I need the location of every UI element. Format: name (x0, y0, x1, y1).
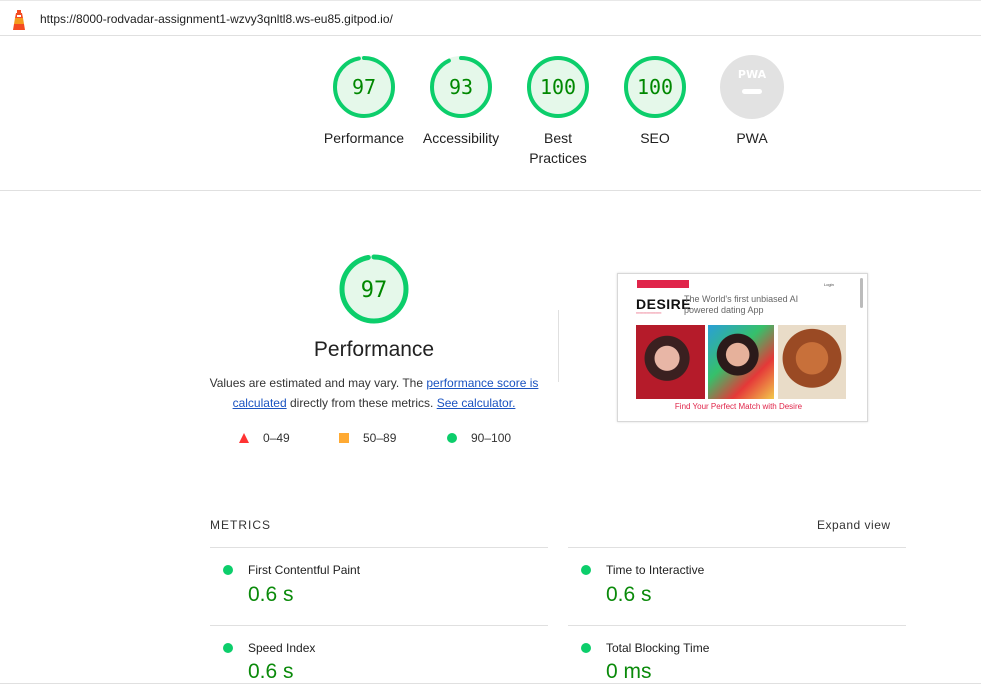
gauge-score: 97 (352, 75, 376, 99)
metric-name: First Contentful Paint (248, 563, 361, 577)
gauge-score: 93 (449, 75, 473, 99)
legend-range: 0–49 (263, 431, 290, 445)
gauge-score: 100 (540, 75, 576, 99)
screenshot-nav (637, 280, 689, 288)
expand-view-toggle[interactable]: Expand view (817, 518, 891, 532)
header-divider (0, 190, 981, 191)
screenshot-find-text: Find Your Perfect Match with Desire (674, 402, 803, 411)
gauge-ring: 100 (624, 56, 686, 118)
bottom-divider (0, 683, 981, 684)
legend-range: 90–100 (471, 431, 512, 445)
performance-score: 97 (361, 278, 388, 303)
pwa-badge-text: PWA (738, 68, 767, 81)
gauge-ring: 100 (527, 56, 589, 118)
performance-title: Performance (313, 338, 435, 361)
metric-name: Total Blocking Time (606, 641, 710, 655)
gauge-label: SEO (640, 130, 670, 146)
metric-value: 0.6 s (248, 660, 294, 683)
pwa-badge-icon: PWA (720, 55, 784, 119)
screenshot-photo (778, 325, 846, 399)
gauge-seo[interactable]: 100 SEO (605, 54, 705, 148)
gauge-ring: 93 (430, 56, 492, 118)
gauge-label: Best Practices (529, 130, 587, 166)
description-text: Values are estimated and may vary. The (209, 376, 427, 390)
legend-range: 50–89 (363, 431, 397, 445)
final-screenshot[interactable]: Login DESIRE ━━━━━━━━━━━━━━ The World's … (617, 273, 868, 422)
report-header: https://8000-rodvadar-assignment1-wzvy3q… (0, 0, 981, 36)
metric-value: 0 ms (606, 660, 652, 683)
gauge-label: Accessibility (422, 130, 500, 146)
gauge-accessibility[interactable]: 93 Accessibility (411, 54, 511, 148)
performance-description: Values are estimated and may vary. The p… (200, 373, 548, 413)
metric-divider (568, 625, 906, 626)
gauge-performance[interactable]: 97 Performance (314, 54, 414, 148)
performance-gauge: 97 (339, 254, 409, 324)
screenshot-brand: DESIRE (636, 296, 692, 312)
metric-name: Time to Interactive (606, 563, 705, 577)
metric-divider (568, 547, 906, 548)
pass-circle-icon (447, 433, 457, 443)
average-square-icon (339, 433, 349, 443)
screenshot-scrollbar (860, 278, 863, 308)
metric-divider (210, 625, 548, 626)
metric-value: 0.6 s (606, 583, 652, 606)
pass-circle-icon (223, 565, 233, 575)
header-edge (0, 0, 981, 5)
screenshot-photo (636, 325, 705, 399)
description-text: directly from these metrics. (286, 396, 437, 410)
pass-circle-icon (581, 643, 591, 653)
gauge-pwa[interactable]: PWA PWA (702, 54, 802, 148)
metric-divider (210, 547, 548, 548)
screenshot-photo (708, 325, 774, 399)
pass-circle-icon (581, 565, 591, 575)
fail-triangle-icon (239, 433, 249, 443)
metric-name: Speed Index (248, 641, 316, 655)
gauge-ring: 97 (333, 56, 395, 118)
report-url[interactable]: https://8000-rodvadar-assignment1-wzvy3q… (40, 12, 393, 26)
screenshot-brand-underline: ━━━━━━━━━━━━━━ (636, 311, 662, 315)
gauge-label: Performance (323, 130, 405, 146)
category-gauges: 97 Performance 93 Accessibility 100 Best… (0, 54, 981, 174)
vertical-divider (558, 310, 559, 382)
gauge-best-practices[interactable]: 100 Best Practices (508, 54, 608, 168)
metrics-heading: METRICS (210, 518, 271, 532)
see-calculator-link[interactable]: See calculator. (437, 396, 516, 410)
metric-value: 0.6 s (248, 583, 294, 606)
screenshot-login: Login (824, 282, 834, 287)
pass-circle-icon (223, 643, 233, 653)
gauge-label: PWA (736, 130, 768, 146)
screenshot-tagline: The World's first unbiased AI powered da… (684, 294, 799, 315)
lighthouse-icon (13, 10, 25, 30)
gauge-score: 100 (637, 75, 673, 99)
